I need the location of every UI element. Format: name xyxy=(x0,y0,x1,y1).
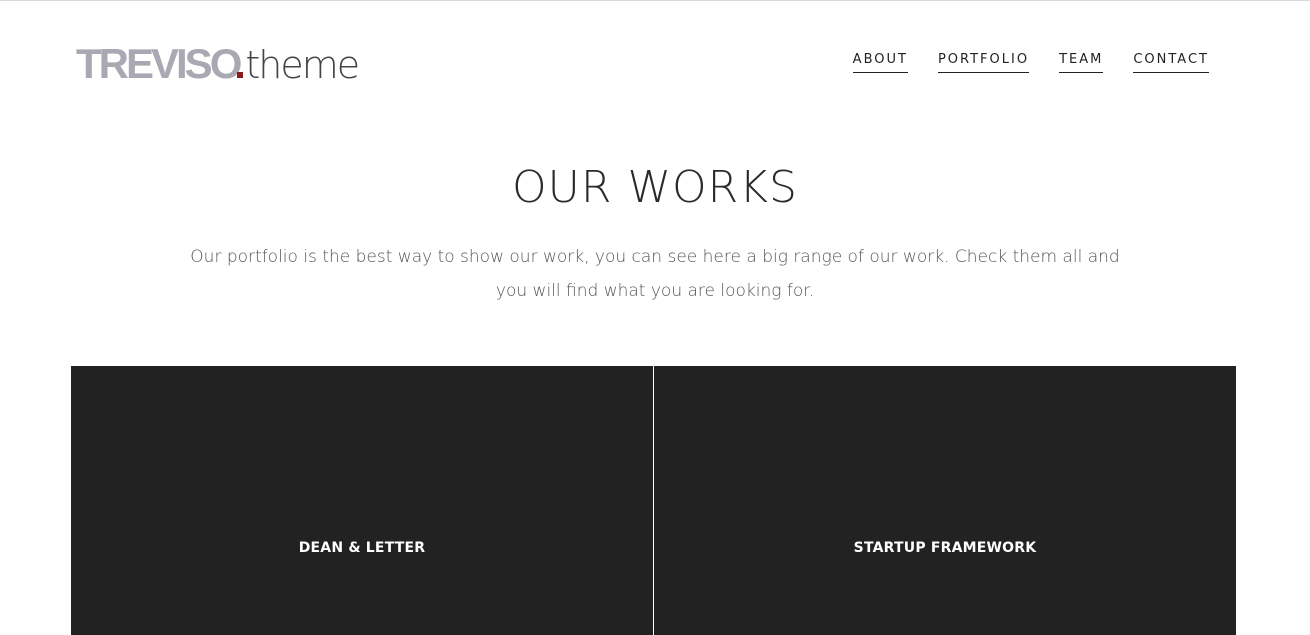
portfolio-card-title: STARTUP FRAMEWORK xyxy=(853,540,1037,556)
nav-link-portfolio[interactable]: PORTFOLIO xyxy=(937,52,1030,73)
logo-suffix-text: theme xyxy=(245,43,360,87)
site-logo[interactable]: TREVISO theme xyxy=(76,40,360,90)
logo-dot xyxy=(237,72,244,78)
logo-brand-text: TREVISO xyxy=(76,40,242,87)
section-description: Our portfolio is the best way to show ou… xyxy=(190,247,1120,301)
portfolio-card-dean-letter[interactable]: DEAN & LETTER xyxy=(71,366,653,635)
portfolio-card-title: DEAN & LETTER xyxy=(298,540,426,556)
portfolio-grid: DEAN & LETTER STARTUP FRAMEWORK xyxy=(71,366,1236,635)
portfolio-card-startup-framework[interactable]: STARTUP FRAMEWORK xyxy=(654,366,1236,635)
main-nav: ABOUT PORTFOLIO TEAM CONTACT xyxy=(852,52,1209,73)
site-header: TREVISO theme ABOUT PORTFOLIO TEAM CONTAC… xyxy=(0,0,1310,130)
nav-link-team[interactable]: TEAM xyxy=(1059,52,1104,73)
nav-link-about[interactable]: ABOUT xyxy=(852,52,908,73)
nav-link-contact[interactable]: CONTACT xyxy=(1133,52,1209,73)
section-title: OUR WORKS xyxy=(512,162,798,213)
